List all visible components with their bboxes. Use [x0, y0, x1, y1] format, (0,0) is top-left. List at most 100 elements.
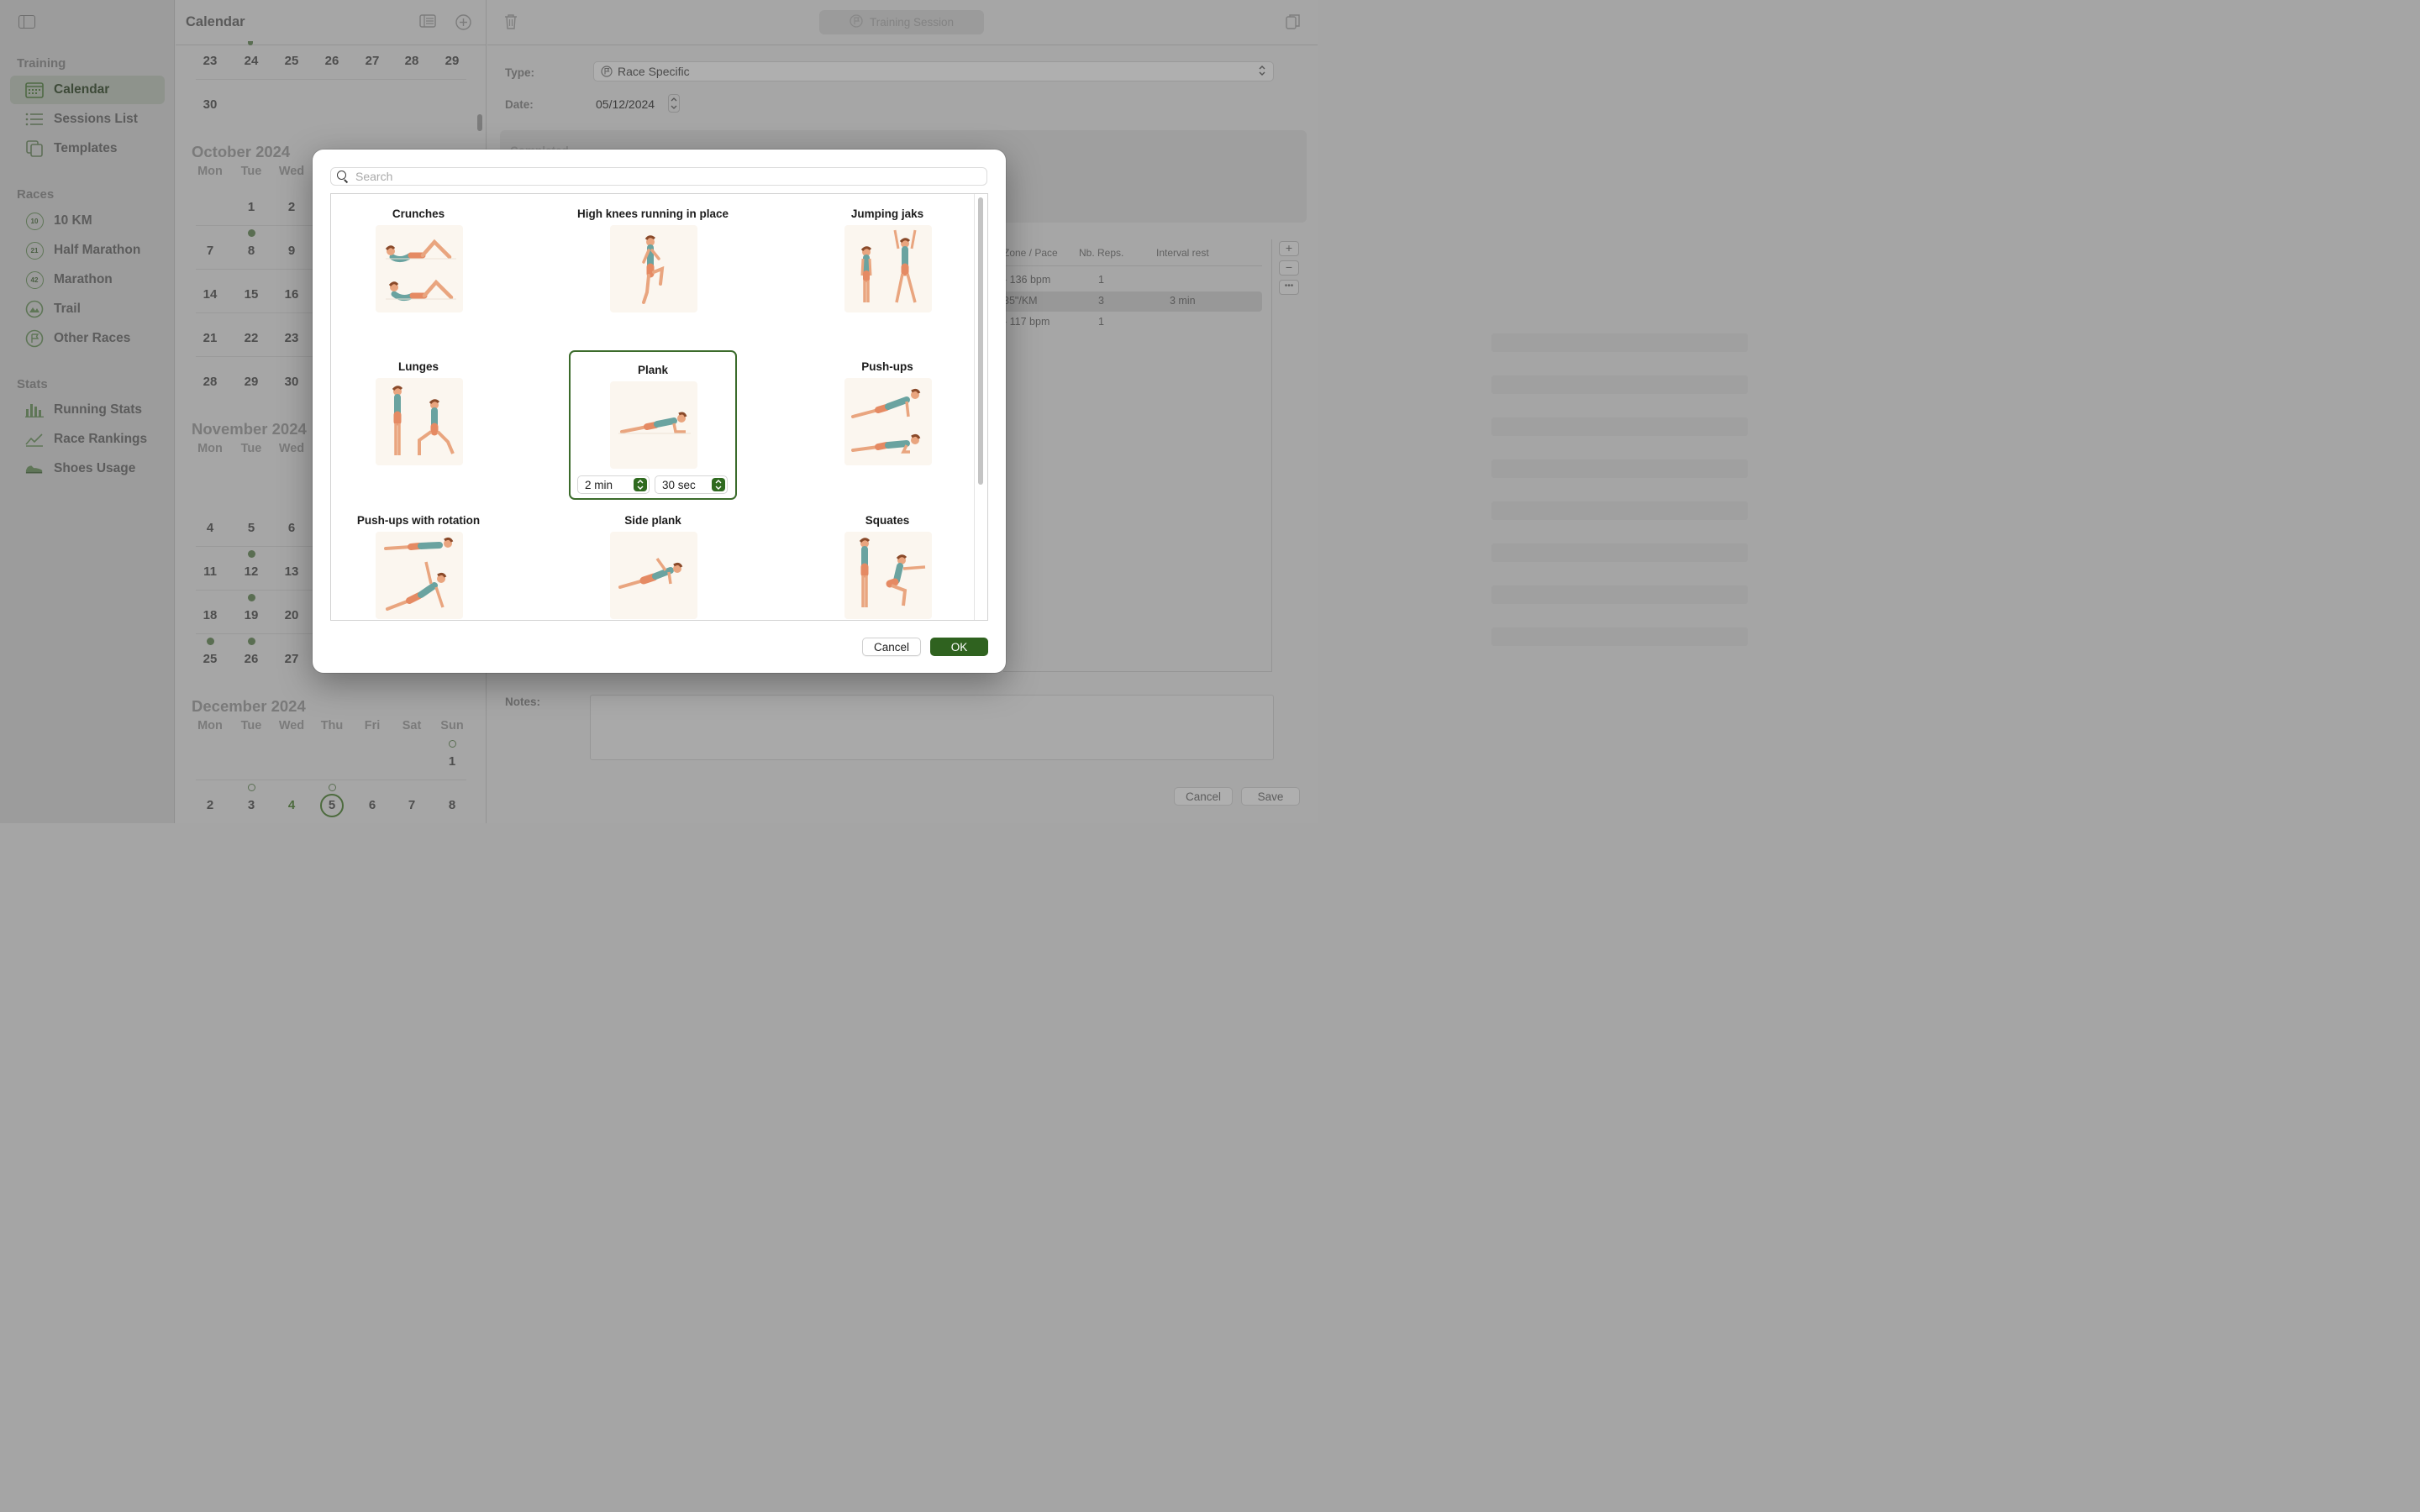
exercise-tile-crunches[interactable]: Crunches — [334, 194, 502, 344]
calendar-day[interactable]: 30 — [271, 375, 312, 389]
copy-icon[interactable] — [1286, 13, 1301, 34]
calendar-day[interactable]: 1 — [231, 200, 271, 214]
table-row[interactable] — [1491, 459, 1748, 478]
sidebar-item-calendar[interactable]: Calendar — [10, 76, 165, 104]
table-row[interactable] — [1491, 585, 1748, 604]
scrollbar-thumb[interactable] — [978, 197, 983, 485]
calendar-day[interactable]: 26 — [231, 652, 271, 666]
calendar-day[interactable]: 15 — [231, 287, 271, 302]
table-row[interactable] — [1491, 375, 1748, 394]
calendar-day[interactable]: 12 — [231, 564, 271, 579]
calendar-day[interactable]: 28 — [392, 54, 432, 68]
calendar-day[interactable]: 22 — [231, 331, 271, 345]
calendar-day[interactable]: 27 — [271, 652, 312, 666]
calendar-day[interactable]: 27 — [352, 54, 392, 68]
table-row[interactable] — [1491, 333, 1748, 352]
calendar-day[interactable]: 26 — [312, 54, 352, 68]
sidebar-item-10km[interactable]: 10 10 KM — [10, 207, 165, 235]
table-row-selected[interactable] — [1004, 291, 1262, 312]
calendar-day[interactable]: 3 — [231, 798, 271, 812]
column-header-zone[interactable]: Zone / Pace — [1003, 247, 1058, 259]
dialog-cancel-button[interactable]: Cancel — [862, 638, 921, 656]
sidebar-item-race-rankings[interactable]: Race Rankings — [10, 425, 165, 454]
table-row[interactable] — [1491, 543, 1748, 562]
calendar-day[interactable]: 4 — [271, 798, 312, 812]
date-stepper[interactable] — [668, 94, 680, 113]
column-header-rest[interactable]: Interval rest — [1156, 247, 1209, 259]
calendar-day[interactable]: 28 — [190, 375, 230, 389]
calendar-day[interactable]: 6 — [352, 798, 392, 812]
high-knees-illustration — [610, 225, 697, 312]
calendar-day[interactable]: 8 — [231, 244, 271, 258]
exercise-tile-side-plank[interactable]: Side plank — [569, 501, 737, 620]
sidebar-item-shoes-usage[interactable]: Shoes Usage — [10, 454, 165, 483]
calendar-day[interactable]: 4 — [190, 521, 230, 535]
calendar-day[interactable]: 20 — [271, 608, 312, 622]
minutes-stepper[interactable]: 2 min — [577, 475, 650, 494]
sidebar-item-templates[interactable]: Templates — [10, 134, 165, 163]
cancel-button[interactable]: Cancel — [1174, 787, 1233, 806]
calendar-day[interactable]: 18 — [190, 608, 230, 622]
exercise-tile-push-ups[interactable]: Push-ups — [803, 347, 971, 496]
search-input[interactable] — [355, 170, 944, 183]
calendar-day[interactable]: 29 — [432, 54, 472, 68]
exercise-tile-jumping-jaks[interactable]: Jumping jaks — [803, 194, 971, 344]
table-row[interactable] — [1491, 417, 1748, 436]
sidebar-item-running-stats[interactable]: Running Stats — [10, 396, 165, 424]
calendar-day[interactable]: 25 — [190, 652, 230, 666]
add-row-button[interactable]: + — [1279, 241, 1299, 256]
table-row[interactable] — [1491, 627, 1748, 646]
calendar-day[interactable]: 9 — [271, 244, 312, 258]
calendar-day[interactable]: 19 — [231, 608, 271, 622]
more-options-button[interactable]: ••• — [1279, 280, 1299, 295]
exercise-tile-high-knees[interactable]: High knees running in place — [569, 194, 737, 344]
calendar-day[interactable]: 2 — [190, 798, 230, 812]
sidebar-item-half-marathon[interactable]: 21 Half Marathon — [10, 236, 165, 265]
calendar-scrollbar[interactable] — [477, 114, 482, 131]
calendar-day[interactable]: 11 — [190, 564, 230, 579]
calendar-day[interactable]: 7 — [392, 798, 432, 812]
up-down-chevron-icon[interactable] — [634, 478, 647, 491]
calendar-day[interactable]: 6 — [271, 521, 312, 535]
exercise-tile-squates[interactable]: Squates — [803, 501, 971, 620]
seconds-stepper[interactable]: 30 sec — [655, 475, 728, 494]
calendar-day[interactable]: 30 — [190, 97, 230, 112]
remove-row-button[interactable]: − — [1279, 260, 1299, 276]
up-down-chevron-icon[interactable] — [712, 478, 725, 491]
trash-icon[interactable] — [504, 13, 518, 30]
calendar-day[interactable]: 8 — [432, 798, 472, 812]
calendar-day[interactable]: 5 — [231, 521, 271, 535]
calendar-day[interactable]: 7 — [190, 244, 230, 258]
search-field[interactable] — [330, 167, 987, 186]
push-ups-illustration — [844, 378, 932, 465]
sidebar-item-trail[interactable]: Trail — [10, 295, 165, 323]
exercise-tile-plank[interactable]: Plank 2 min 30 sec — [569, 350, 737, 500]
exercise-tile-push-ups-rotation[interactable]: Push-ups with rotation — [334, 501, 502, 620]
calendar-day[interactable]: 2 — [271, 200, 312, 214]
calendar-day[interactable]: 21 — [190, 331, 230, 345]
exercise-tile-lunges[interactable]: Lunges — [334, 347, 502, 496]
sidebar-item-marathon[interactable]: 42 Marathon — [10, 265, 165, 294]
calendar-day[interactable]: 1 — [432, 754, 472, 769]
column-header-reps[interactable]: Nb. Reps. — [1079, 247, 1123, 259]
calendar-day[interactable]: 24 — [231, 54, 271, 68]
dialog-ok-button[interactable]: OK — [930, 638, 988, 656]
calendar-day[interactable]: 23 — [271, 331, 312, 345]
date-field[interactable]: 05/12/2024 — [593, 94, 667, 114]
sidebar-toggle-icon[interactable] — [18, 15, 35, 29]
table-row[interactable] — [1491, 501, 1748, 520]
type-select[interactable]: Race Specific — [593, 61, 1274, 81]
calendar-day[interactable]: 25 — [271, 54, 312, 68]
sidebar-item-other-races[interactable]: Other Races — [10, 324, 165, 353]
sidebar-item-sessions-list[interactable]: Sessions List — [10, 105, 165, 134]
save-button[interactable]: Save — [1241, 787, 1300, 806]
calendar-day[interactable]: 29 — [231, 375, 271, 389]
calendar-day[interactable]: 14 — [190, 287, 230, 302]
weekday-header: Fri — [364, 719, 381, 732]
calendar-day[interactable]: 23 — [190, 54, 230, 68]
notes-textarea[interactable] — [590, 695, 1274, 760]
calendar-day[interactable]: 13 — [271, 564, 312, 579]
list-view-icon[interactable] — [419, 14, 436, 29]
calendar-day[interactable]: 16 — [271, 287, 312, 302]
add-session-icon[interactable] — [455, 14, 471, 30]
